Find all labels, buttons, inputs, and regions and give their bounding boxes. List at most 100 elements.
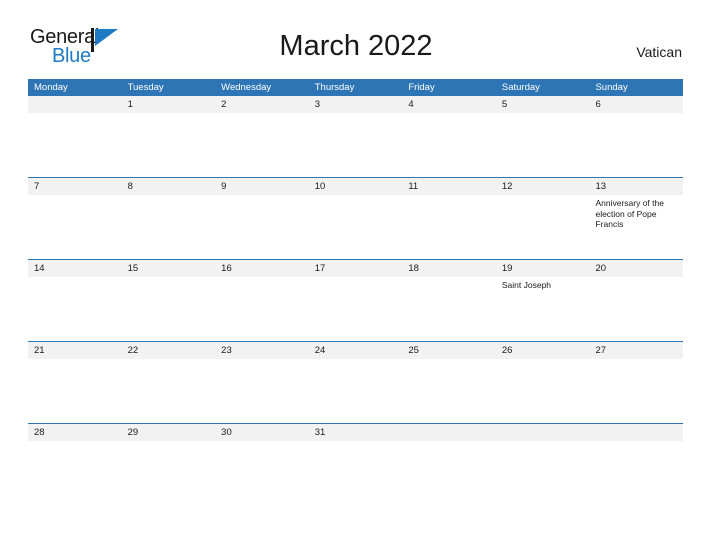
day-events — [595, 277, 678, 280]
day-cell[interactable]: 3 — [309, 96, 403, 177]
day-cell[interactable]: 4 — [402, 96, 496, 177]
weekday-header-row: Monday Tuesday Wednesday Thursday Friday… — [28, 79, 683, 96]
day-number: 20 — [595, 263, 607, 274]
day-number: 18 — [408, 263, 419, 274]
day-events — [408, 195, 491, 198]
calendar-grid: Monday Tuesday Wednesday Thursday Friday… — [28, 79, 683, 484]
day-number: 27 — [595, 345, 607, 356]
day-cell[interactable]: 21 — [28, 342, 122, 423]
day-events — [502, 359, 585, 362]
day-cell[interactable]: 18 — [402, 260, 496, 341]
region-label: Vatican — [636, 44, 682, 60]
day-events — [502, 113, 585, 116]
day-cell[interactable]: 6 — [589, 96, 683, 177]
day-cell[interactable]: 13 Anniversary of the election of Pope Fr… — [589, 178, 683, 259]
calendar-page: General Blue March 2022 Vatican Monday T… — [0, 0, 712, 550]
week-cells: 28 29 30 31 — [28, 424, 683, 484]
day-events — [315, 113, 398, 116]
day-number: 19 — [501, 263, 513, 274]
day-number: 7 — [34, 181, 40, 192]
week-cells: 21 22 23 24 25 26 27 — [28, 342, 683, 423]
day-events — [315, 359, 398, 362]
day-cell[interactable]: 19 Saint Joseph — [496, 260, 590, 341]
day-events — [221, 195, 304, 198]
day-cell[interactable]: 10 — [309, 178, 403, 259]
day-events — [315, 195, 398, 198]
day-cell[interactable]: 20 — [589, 260, 683, 341]
day-cell[interactable]: 11 — [402, 178, 496, 259]
day-number: 8 — [127, 181, 133, 192]
day-number: 1 — [127, 99, 133, 110]
day-cell[interactable]: 9 — [215, 178, 309, 259]
day-events — [221, 441, 304, 444]
day-number: 10 — [314, 181, 326, 192]
week-cells: 1 2 3 4 5 6 — [28, 96, 683, 177]
day-cell[interactable]: 15 — [122, 260, 216, 341]
day-event: Saint Joseph — [501, 280, 552, 290]
day-events — [315, 441, 398, 444]
day-number: 9 — [221, 181, 227, 192]
day-number — [408, 424, 491, 441]
day-events — [221, 277, 304, 280]
day-number: 23 — [221, 345, 232, 356]
day-cell[interactable]: 1 — [122, 96, 216, 177]
day-cell[interactable]: 7 — [28, 178, 122, 259]
day-number: 31 — [314, 427, 326, 438]
day-cell[interactable]: 22 — [122, 342, 216, 423]
day-cell[interactable]: 23 — [215, 342, 309, 423]
day-number: 24 — [314, 345, 326, 356]
week-cells: 14 15 16 17 18 19 Saint Joseph 20 — [28, 260, 683, 341]
day-events: Saint Joseph — [502, 277, 585, 291]
day-number: 4 — [408, 99, 414, 110]
page-title: March 2022 — [279, 30, 433, 62]
calendar-week-row: 21 22 23 24 25 26 27 — [28, 341, 683, 423]
day-number: 14 — [34, 263, 45, 274]
day-cell[interactable]: 12 — [496, 178, 590, 259]
day-cell[interactable]: 29 — [122, 424, 216, 484]
day-number: 17 — [314, 263, 326, 274]
day-cell-empty — [28, 96, 122, 177]
day-events — [34, 441, 117, 444]
day-number: 11 — [408, 181, 419, 192]
day-cell[interactable]: 28 — [28, 424, 122, 484]
day-events — [128, 195, 211, 198]
day-number: 12 — [501, 181, 513, 192]
day-events — [502, 441, 585, 444]
day-number: 16 — [221, 263, 232, 274]
day-events — [34, 359, 117, 362]
weekday-tuesday: Tuesday — [127, 82, 164, 93]
day-event: Anniversary of the election of Pope Fran… — [595, 198, 664, 229]
day-events — [408, 113, 491, 116]
day-cell[interactable]: 16 — [215, 260, 309, 341]
calendar-week-row: 28 29 30 31 — [28, 423, 683, 484]
day-cell[interactable]: 31 — [309, 424, 403, 484]
day-events — [128, 359, 211, 362]
day-cell[interactable]: 5 — [496, 96, 590, 177]
day-events — [34, 113, 117, 116]
day-cell[interactable]: 26 — [496, 342, 590, 423]
day-number — [595, 424, 678, 441]
day-number — [34, 96, 117, 113]
day-cell[interactable]: 17 — [309, 260, 403, 341]
weekday-sunday: Sunday — [595, 82, 628, 93]
weekday-monday: Monday — [34, 82, 68, 93]
day-number: 29 — [127, 427, 139, 438]
day-cell[interactable]: 25 — [402, 342, 496, 423]
calendar-week-row: 14 15 16 17 18 19 Saint Joseph 20 — [28, 259, 683, 341]
day-number: 5 — [501, 99, 508, 110]
day-cell[interactable]: 24 — [309, 342, 403, 423]
day-events — [502, 195, 585, 198]
day-cell[interactable]: 30 — [215, 424, 309, 484]
day-number: 6 — [595, 99, 601, 110]
day-cell[interactable]: 2 — [215, 96, 309, 177]
week-cells: 7 8 9 10 11 12 13 Anniversary of the election o… — [28, 178, 683, 259]
day-events — [408, 359, 491, 362]
weekday-saturday: Saturday — [501, 82, 540, 93]
day-cell[interactable]: 27 — [589, 342, 683, 423]
day-cell-empty — [589, 424, 683, 484]
day-cell-empty — [402, 424, 496, 484]
day-events — [221, 359, 304, 362]
day-events — [408, 441, 491, 444]
day-cell[interactable]: 8 — [122, 178, 216, 259]
day-cell[interactable]: 14 — [28, 260, 122, 341]
